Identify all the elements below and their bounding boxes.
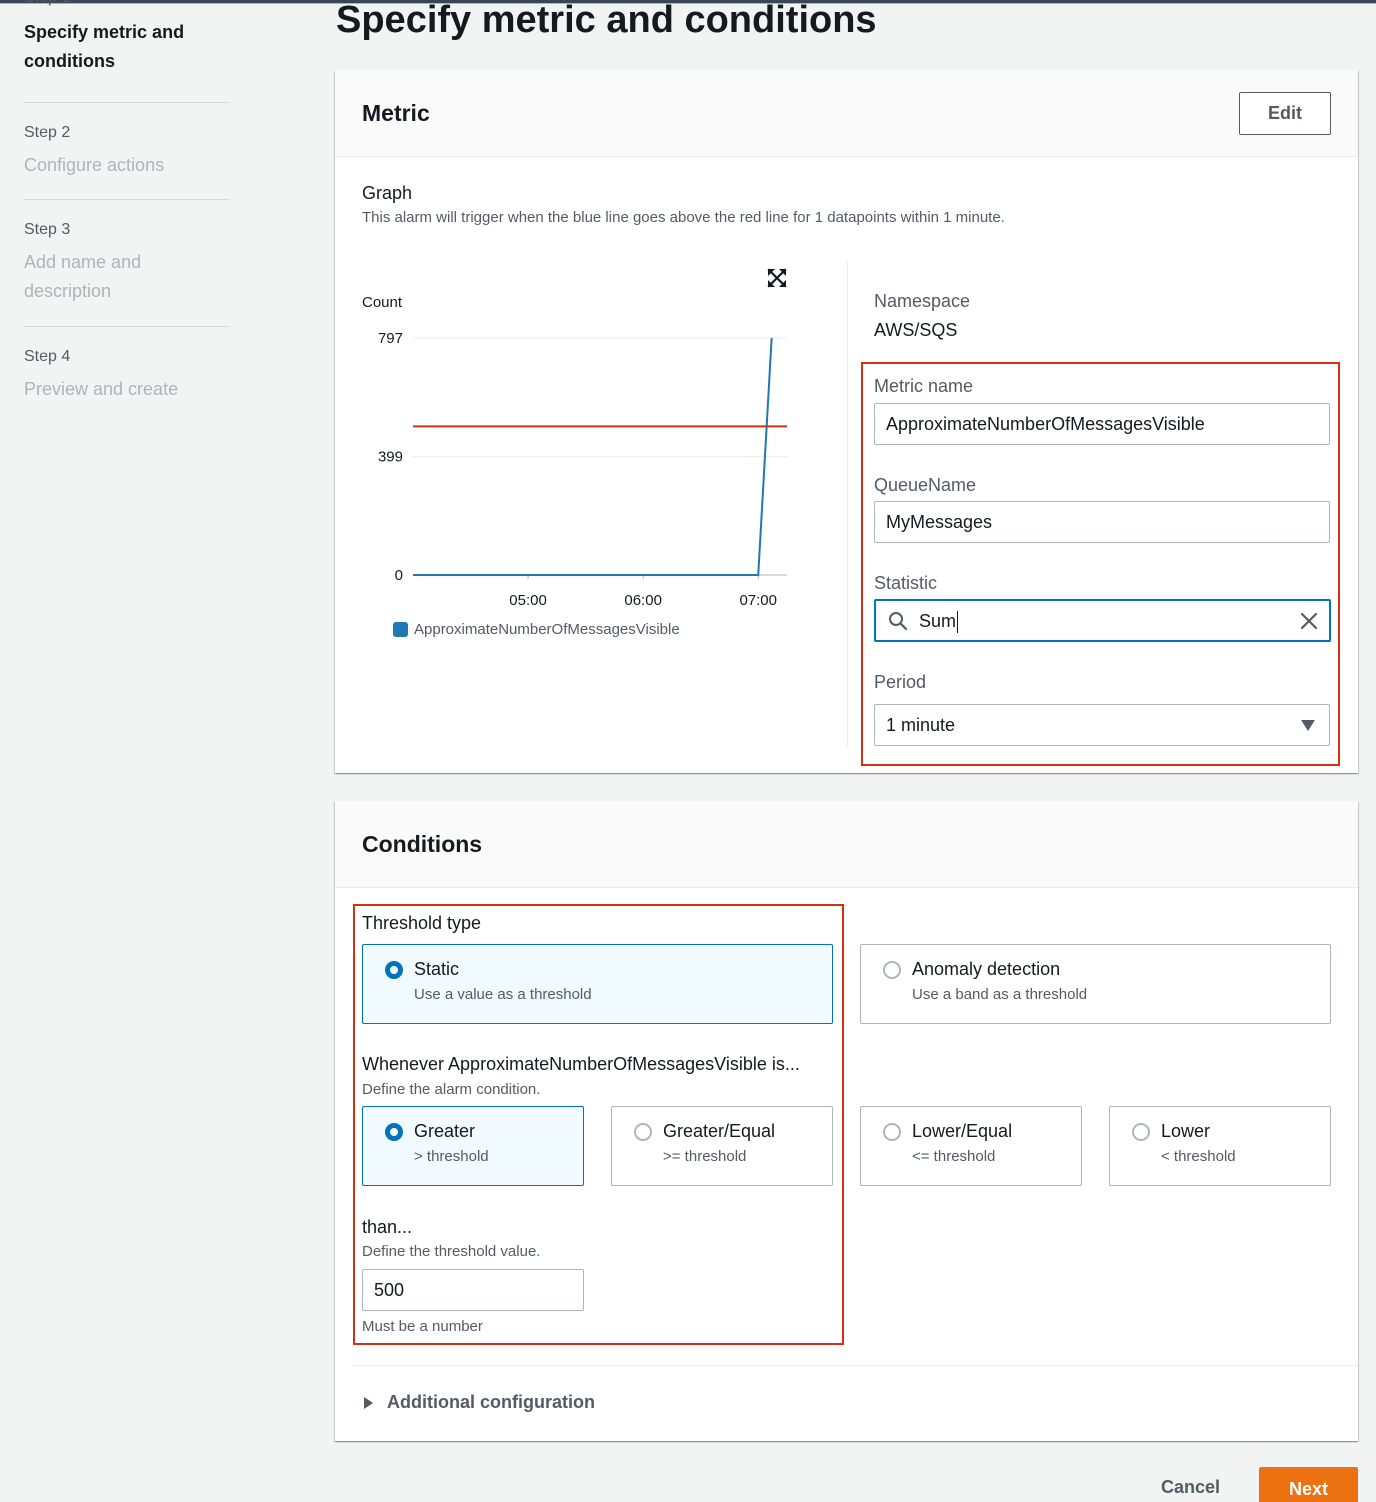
- step-3-title: Add name and description: [24, 252, 142, 301]
- caret-right-icon[interactable]: [364, 1397, 373, 1409]
- threshold-value-input[interactable]: 500: [362, 1269, 584, 1311]
- chevron-down-icon: [1301, 720, 1315, 731]
- step-4[interactable]: Step 4 Preview and create: [24, 327, 229, 407]
- divider: [353, 1365, 1358, 1366]
- metric-panel: Metric Edit Graph This alarm will trigge…: [335, 70, 1358, 773]
- radio-lower-equal[interactable]: [883, 1123, 901, 1141]
- cancel-button[interactable]: Cancel: [1161, 1477, 1220, 1498]
- metric-panel-header: Metric Edit: [335, 70, 1358, 157]
- radio-anomaly[interactable]: [883, 961, 901, 979]
- step-1[interactable]: Step 1 Specify metric and conditions: [24, 0, 229, 103]
- edit-button[interactable]: Edit: [1239, 92, 1331, 135]
- tile-title: Lower: [1161, 1121, 1211, 1141]
- period-label: Period: [874, 672, 927, 692]
- tile-title: Lower/Equal: [912, 1121, 1013, 1141]
- search-icon: [889, 612, 908, 631]
- operator-lower[interactable]: Lower < threshold: [1109, 1106, 1331, 1186]
- tile-description: Use a band as a threshold: [912, 986, 1088, 1003]
- period-select[interactable]: 1 minute: [874, 704, 1330, 746]
- chart-y-axis-label: Count: [362, 294, 403, 311]
- additional-configuration-toggle[interactable]: Additional configuration: [387, 1392, 595, 1413]
- whenever-label: Whenever ApproximateNumberOfMessagesVisi…: [362, 1054, 800, 1074]
- text-caret: [957, 611, 959, 634]
- tile-description: < threshold: [1161, 1148, 1236, 1165]
- page-title: Specify metric and conditions: [336, 0, 877, 41]
- tile-title: Greater: [414, 1121, 476, 1141]
- tile-title: Static: [414, 959, 460, 979]
- close-icon[interactable]: [1299, 611, 1319, 631]
- metric-panel-title: Metric: [362, 100, 430, 126]
- conditions-panel-header: Conditions: [335, 801, 1358, 888]
- namespace-label: Namespace: [874, 291, 971, 311]
- queue-name-input[interactable]: MyMessages: [874, 501, 1330, 543]
- operator-lower-equal[interactable]: Lower/Equal <= threshold: [860, 1106, 1082, 1186]
- y-tick-label: 399: [378, 448, 403, 465]
- queue-name-label: QueueName: [874, 475, 977, 495]
- next-button[interactable]: Next: [1259, 1467, 1358, 1502]
- radio-lower[interactable]: [1132, 1123, 1150, 1141]
- conditions-panel-title: Conditions: [362, 831, 483, 857]
- threshold-type-anomaly[interactable]: Anomaly detection Use a band as a thresh…: [860, 944, 1331, 1024]
- x-tick-label: 05:00: [509, 592, 547, 609]
- tile-title: Greater/Equal: [663, 1121, 776, 1141]
- legend-label: ApproximateNumberOfMessagesVisible: [414, 621, 680, 638]
- step-3-number: Step 3: [24, 221, 71, 238]
- threshold-type-label: Threshold type: [362, 913, 482, 933]
- graph-description: This alarm will trigger when the blue li…: [362, 209, 1005, 226]
- than-description: Define the threshold value.: [362, 1243, 541, 1260]
- step-3[interactable]: Step 3 Add name and description: [24, 200, 229, 327]
- operator-greater[interactable]: Greater > threshold: [362, 1106, 584, 1186]
- chart-legend[interactable]: ApproximateNumberOfMessagesVisible: [393, 621, 680, 638]
- tile-title: Anomaly detection: [912, 959, 1061, 979]
- radio-greater-equal[interactable]: [634, 1123, 652, 1141]
- metric-name-label: Metric name: [874, 376, 974, 396]
- metric-chart: 797 399 0 05:00 06:00 07:00: [378, 330, 787, 609]
- threshold-type-static[interactable]: Static Use a value as a threshold: [362, 944, 833, 1024]
- threshold-hint: Must be a number: [362, 1318, 483, 1335]
- period-value: 1 minute: [886, 715, 956, 735]
- operator-greater-equal[interactable]: Greater/Equal >= threshold: [611, 1106, 833, 1186]
- step-4-title: Preview and create: [24, 379, 179, 399]
- step-1-title: Specify metric and conditions: [24, 22, 185, 71]
- tile-description: >= threshold: [663, 1148, 747, 1165]
- than-label: than...: [362, 1217, 413, 1237]
- graph-title: Graph: [362, 183, 413, 203]
- step-2-number: Step 2: [24, 124, 71, 141]
- legend-swatch: [393, 622, 408, 637]
- tile-description: > threshold: [414, 1148, 489, 1165]
- metric-name-input[interactable]: ApproximateNumberOfMessagesVisible: [874, 403, 1330, 445]
- namespace-value: AWS/SQS: [874, 320, 958, 340]
- y-tick-label: 0: [395, 567, 403, 584]
- step-4-number: Step 4: [24, 348, 71, 365]
- x-tick-label: 06:00: [624, 592, 662, 609]
- y-tick-label: 797: [378, 330, 403, 347]
- whenever-description: Define the alarm condition.: [362, 1081, 541, 1098]
- radio-greater[interactable]: [385, 1123, 403, 1141]
- conditions-panel: Conditions Threshold type Static Use a v…: [335, 801, 1358, 1441]
- statistic-value: Sum: [919, 611, 957, 631]
- statistic-label: Statistic: [874, 573, 938, 593]
- tile-description: <= threshold: [912, 1148, 996, 1165]
- radio-static[interactable]: [385, 961, 403, 979]
- tile-description: Use a value as a threshold: [414, 986, 592, 1003]
- vertical-divider: [847, 262, 848, 746]
- statistic-input[interactable]: Sum: [874, 599, 1331, 642]
- step-2-title: Configure actions: [24, 155, 165, 175]
- x-tick-label: 07:00: [739, 592, 777, 609]
- expand-icon[interactable]: [767, 268, 787, 288]
- step-2[interactable]: Step 2 Configure actions: [24, 103, 229, 200]
- step-1-number: Step 1: [24, 0, 229, 8]
